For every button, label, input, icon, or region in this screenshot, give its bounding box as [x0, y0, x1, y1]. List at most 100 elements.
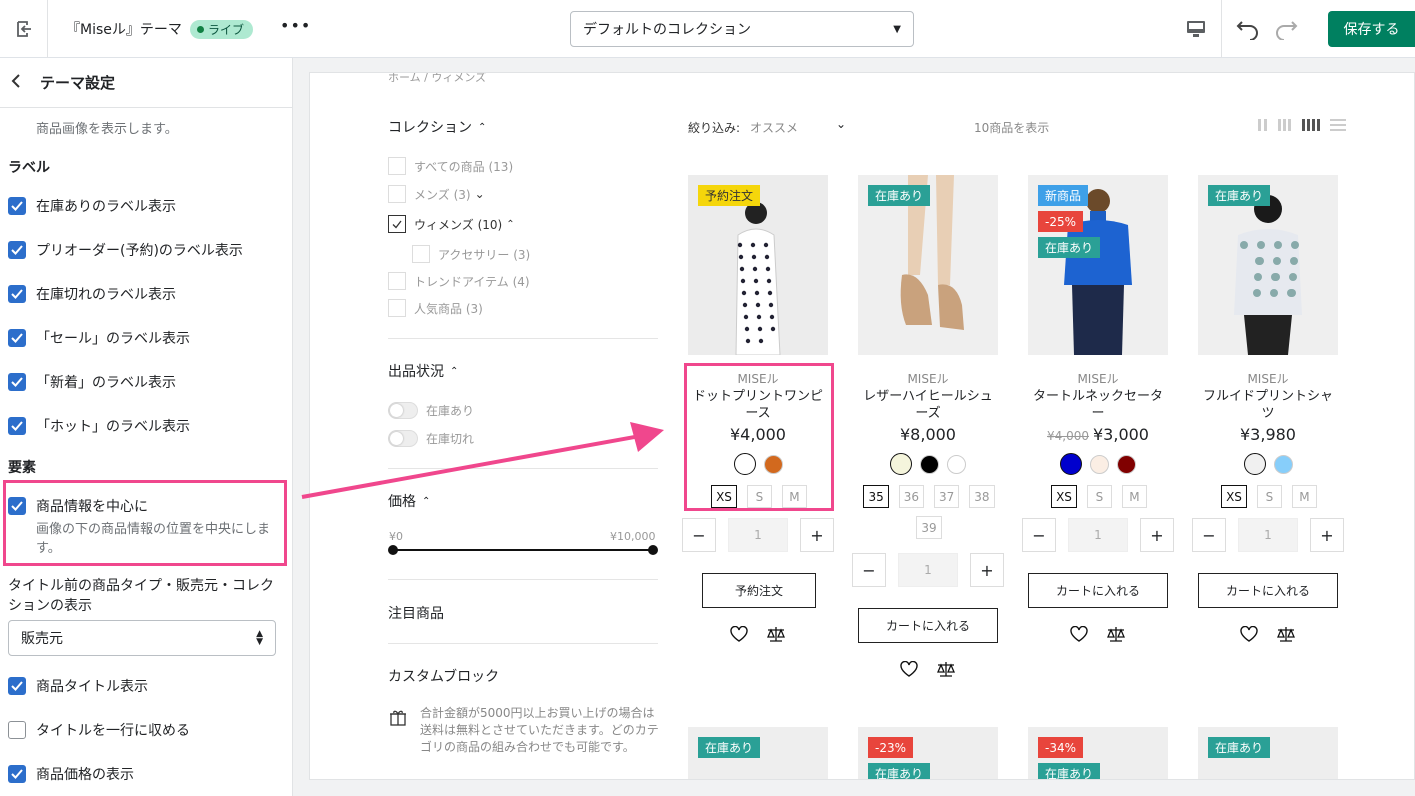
filter-item-popular[interactable]: 人気商品 (3) [388, 299, 483, 317]
save-button[interactable]: 保存する [1328, 11, 1415, 47]
filter-item-all[interactable]: すべての商品 (13) [388, 157, 513, 175]
plus-button[interactable]: + [800, 518, 834, 552]
quantity-input[interactable]: 1 [898, 553, 958, 587]
size-option[interactable]: 37 [934, 485, 960, 508]
checkbox-icon[interactable] [388, 299, 406, 317]
add-to-cart-button[interactable]: カートに入れる [1028, 573, 1168, 608]
plus-button[interactable]: + [1140, 518, 1174, 552]
checkbox-unchecked-icon[interactable] [8, 721, 26, 739]
checkbox-checked-icon[interactable] [8, 197, 26, 215]
size-option[interactable]: XS [1221, 485, 1247, 508]
add-to-cart-button[interactable]: 予約注文 [702, 573, 816, 608]
color-swatch[interactable] [920, 455, 939, 474]
add-to-cart-button[interactable]: カートに入れる [858, 608, 998, 643]
scale-icon[interactable] [766, 626, 786, 642]
scale-icon[interactable] [936, 661, 956, 677]
checkbox-show-title[interactable]: 商品タイトル表示 [8, 676, 148, 696]
filter-item-accessory[interactable]: アクセサリー (3) [412, 245, 530, 263]
more-actions-button[interactable]: ••• [280, 16, 311, 35]
exit-button[interactable] [0, 0, 48, 58]
heart-icon[interactable] [730, 626, 748, 642]
checkbox-label-hot[interactable]: 「ホット」のラベル表示 [8, 416, 190, 436]
minus-button[interactable]: − [682, 518, 716, 552]
checkbox-checked-icon[interactable] [388, 215, 406, 233]
toggle-switch[interactable] [388, 402, 418, 419]
heart-icon[interactable] [1070, 626, 1088, 642]
breadcrumb[interactable]: ホーム / ウィメンズ [388, 73, 486, 85]
size-option[interactable]: 38 [969, 485, 995, 508]
prefix-select[interactable]: 販売元 ▲ ▼ [8, 620, 276, 656]
color-swatch[interactable] [1060, 453, 1082, 475]
back-arrow-icon[interactable] [10, 73, 34, 92]
color-swatch[interactable] [947, 455, 966, 474]
add-to-cart-button[interactable]: カートに入れる [1198, 573, 1338, 608]
checkbox-label-new[interactable]: 「新着」のラベル表示 [8, 372, 176, 392]
checkbox-checked-icon[interactable] [8, 765, 26, 783]
size-option[interactable]: XS [1051, 485, 1077, 508]
checkbox-checked-icon[interactable] [8, 285, 26, 303]
size-option[interactable]: 36 [898, 485, 924, 508]
checkbox-checked-icon[interactable] [8, 417, 26, 435]
toggle-switch[interactable] [388, 430, 418, 447]
minus-button[interactable]: − [1192, 518, 1226, 552]
filter-item-mens[interactable]: メンズ (3) ⌄ [388, 185, 485, 203]
checkbox-label-sold-out[interactable]: 在庫切れのラベル表示 [8, 284, 176, 304]
plus-button[interactable]: + [1310, 518, 1344, 552]
slider-handle-max[interactable] [648, 545, 658, 555]
checkbox-checked-icon[interactable] [8, 373, 26, 391]
checkbox-label-in-stock[interactable]: 在庫ありのラベル表示 [8, 196, 176, 216]
plus-button[interactable]: + [970, 553, 1004, 587]
checkbox-show-price[interactable]: 商品価格の表示 [8, 764, 134, 784]
checkbox-label-sale[interactable]: 「セール」のラベル表示 [8, 328, 190, 348]
filter-item-womens[interactable]: ウィメンズ (10) ⌃ [388, 215, 515, 233]
scale-icon[interactable] [1106, 626, 1126, 642]
size-option[interactable]: 35 [863, 485, 889, 508]
quantity-input[interactable]: 1 [1068, 518, 1128, 552]
checkbox-icon[interactable] [388, 272, 406, 290]
checkbox-icon[interactable] [412, 245, 430, 263]
color-swatch[interactable] [1117, 455, 1136, 474]
checkbox-checked-icon[interactable] [8, 241, 26, 259]
undo-button[interactable] [1236, 18, 1260, 44]
sort-select[interactable]: オススメ [750, 119, 798, 136]
minus-button[interactable]: − [1022, 518, 1056, 552]
heart-icon[interactable] [1240, 626, 1258, 642]
checkbox-checked-icon[interactable] [8, 329, 26, 347]
size-option[interactable]: 39 [916, 516, 942, 539]
filter-out-stock-toggle[interactable]: 在庫切れ [388, 430, 474, 447]
quantity-input[interactable]: 1 [728, 518, 788, 552]
product-title[interactable]: フルイドプリントシャツ [1202, 388, 1334, 422]
chevron-down-icon[interactable]: ⌄ [836, 117, 846, 131]
price-filter-title[interactable]: 価格 ⌃ [388, 491, 430, 511]
checkbox-icon[interactable] [388, 185, 406, 203]
collection-select[interactable]: デフォルトのコレクション ▼ [570, 11, 914, 47]
color-swatch[interactable] [1090, 455, 1109, 474]
scale-icon[interactable] [1276, 626, 1296, 642]
checkbox-label-preorder[interactable]: プリオーダー(予約)のラベル表示 [8, 240, 243, 260]
product-title[interactable]: タートルネックセーター [1032, 388, 1164, 422]
checkbox-checked-icon[interactable] [8, 677, 26, 695]
slider-handle-min[interactable] [388, 545, 398, 555]
quantity-input[interactable]: 1 [1238, 518, 1298, 552]
minus-button[interactable]: − [852, 553, 886, 587]
redo-button[interactable] [1274, 18, 1298, 44]
price-slider[interactable] [388, 545, 658, 555]
size-option[interactable]: M [1121, 485, 1147, 508]
filter-item-trend[interactable]: トレンドアイテム (4) [388, 272, 530, 290]
availability-filter-title[interactable]: 出品状況 ⌃ [388, 361, 458, 381]
color-swatch[interactable] [890, 453, 912, 475]
size-option[interactable]: S [1256, 485, 1282, 508]
color-swatch[interactable] [1243, 453, 1266, 475]
checkbox-icon[interactable] [388, 157, 406, 175]
filter-in-stock-toggle[interactable]: 在庫あり [388, 402, 474, 419]
size-option[interactable]: M [1291, 485, 1317, 508]
device-toggle-button[interactable] [1170, 0, 1222, 58]
list-view-icon[interactable] [1330, 119, 1346, 131]
grid-4-icon[interactable] [1302, 119, 1320, 131]
grid-3-icon[interactable] [1278, 119, 1292, 131]
heart-icon[interactable] [900, 661, 918, 677]
checkbox-one-line-title[interactable]: タイトルを一行に収める [8, 720, 190, 740]
product-title[interactable]: レザーハイヒールシューズ [862, 388, 994, 422]
grid-2-icon[interactable] [1258, 119, 1268, 131]
color-swatch[interactable] [1273, 455, 1293, 474]
